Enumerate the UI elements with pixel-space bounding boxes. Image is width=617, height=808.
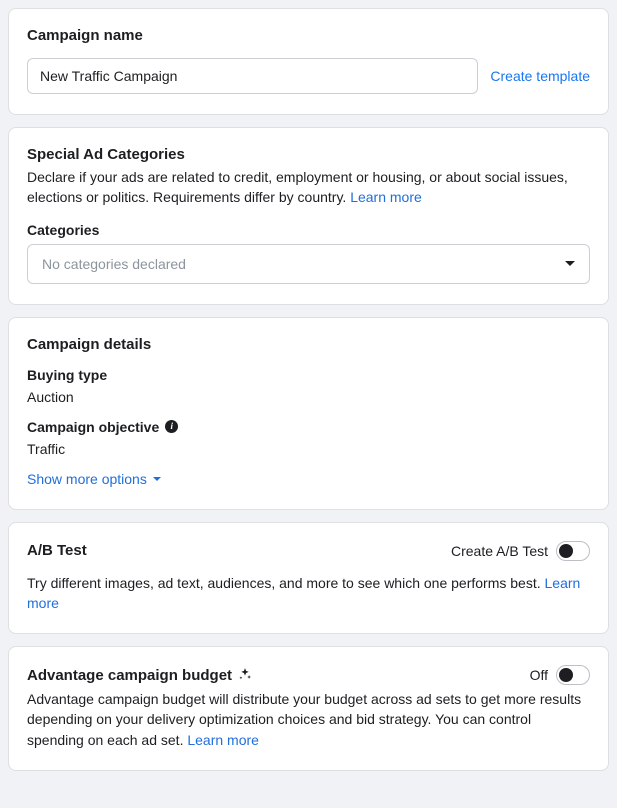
- campaign-objective-label-row: Campaign objective i: [27, 419, 590, 435]
- buying-type-label: Buying type: [27, 367, 590, 383]
- special-ad-title: Special Ad Categories: [27, 146, 590, 163]
- ab-test-desc-text: Try different images, ad text, audiences…: [27, 575, 545, 591]
- ab-test-description: Try different images, ad text, audiences…: [27, 573, 590, 614]
- ab-test-card: A/B Test Create A/B Test Try different i…: [8, 522, 609, 635]
- create-ab-test-label: Create A/B Test: [451, 543, 548, 559]
- info-icon[interactable]: i: [165, 420, 178, 433]
- advantage-learn-more-link[interactable]: Learn more: [187, 732, 259, 748]
- advantage-state-label: Off: [530, 667, 548, 683]
- advantage-budget-card: Advantage campaign budget Off Advantage …: [8, 646, 609, 771]
- categories-placeholder: No categories declared: [42, 256, 186, 272]
- special-ad-learn-more-link[interactable]: Learn more: [350, 189, 422, 205]
- sparkle-icon: [238, 667, 252, 681]
- special-ad-card: Special Ad Categories Declare if your ad…: [8, 127, 609, 305]
- advantage-description: Advantage campaign budget will distribut…: [27, 689, 590, 750]
- campaign-name-row: Create template: [27, 58, 590, 94]
- advantage-header: Advantage campaign budget Off: [27, 665, 590, 685]
- categories-select[interactable]: No categories declared: [27, 244, 590, 284]
- advantage-budget-toggle[interactable]: [556, 665, 590, 685]
- ab-test-title: A/B Test: [27, 542, 87, 559]
- chevron-down-icon: [153, 477, 161, 481]
- campaign-name-card: Campaign name Create template: [8, 8, 609, 115]
- ab-test-toggle[interactable]: [556, 541, 590, 561]
- ab-test-toggle-group: Create A/B Test: [451, 541, 590, 561]
- show-more-text: Show more options: [27, 471, 147, 487]
- advantage-desc-text: Advantage campaign budget will distribut…: [27, 691, 581, 748]
- create-template-link[interactable]: Create template: [490, 68, 590, 84]
- ab-test-header: A/B Test Create A/B Test: [27, 541, 590, 561]
- campaign-name-title: Campaign name: [27, 27, 590, 44]
- campaign-details-title: Campaign details: [27, 336, 590, 353]
- show-more-options-link[interactable]: Show more options: [27, 471, 161, 487]
- campaign-objective-label: Campaign objective: [27, 419, 159, 435]
- toggle-knob: [559, 544, 573, 558]
- buying-type-value: Auction: [27, 389, 590, 405]
- campaign-objective-value: Traffic: [27, 441, 590, 457]
- special-ad-desc-text: Declare if your ads are related to credi…: [27, 169, 568, 205]
- toggle-knob: [559, 668, 573, 682]
- categories-label: Categories: [27, 222, 590, 238]
- campaign-details-card: Campaign details Buying type Auction Cam…: [8, 317, 609, 510]
- page-root: Campaign name Create template Special Ad…: [0, 0, 617, 808]
- chevron-down-icon: [565, 261, 575, 266]
- special-ad-description: Declare if your ads are related to credi…: [27, 167, 590, 208]
- advantage-title-row: Advantage campaign budget: [27, 667, 252, 684]
- campaign-name-input[interactable]: [27, 58, 478, 94]
- advantage-title: Advantage campaign budget: [27, 667, 232, 684]
- advantage-toggle-group: Off: [530, 665, 590, 685]
